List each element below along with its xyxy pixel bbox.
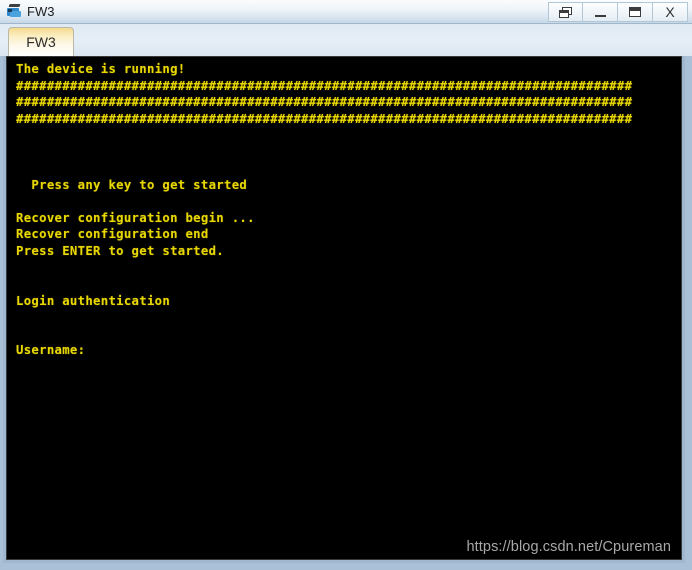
- window-frame-left: [0, 56, 3, 570]
- window-title: FW3: [27, 4, 55, 19]
- restore-button[interactable]: [548, 2, 583, 22]
- terminal-console[interactable]: The device is running! ##################…: [6, 56, 682, 560]
- title-bar: FW3 X: [0, 0, 692, 24]
- window-frame-bottom: [0, 563, 692, 570]
- restore-icon: [558, 6, 573, 18]
- tab-label: FW3: [26, 34, 56, 50]
- terminal-output: The device is running! ##################…: [16, 61, 678, 359]
- close-button[interactable]: X: [653, 2, 688, 22]
- maximize-button[interactable]: [618, 2, 653, 22]
- application-window: FW3 X FW3 The device is running! #######…: [0, 0, 692, 570]
- title-bar-left: FW3: [6, 0, 54, 23]
- terminal-line: Press any key to get started: [16, 177, 248, 192]
- maximize-icon: [629, 7, 641, 17]
- terminal-line: Login authentication: [16, 293, 171, 308]
- minimize-button[interactable]: [583, 2, 618, 22]
- window-frame-right: [685, 56, 692, 570]
- close-icon: X: [665, 4, 675, 20]
- minimize-icon: [594, 14, 606, 17]
- terminal-hash-line: ########################################…: [16, 111, 633, 126]
- tab-fw3[interactable]: FW3: [8, 27, 74, 56]
- tab-list: FW3: [8, 27, 74, 56]
- terminal-line: Press ENTER to get started.: [16, 244, 224, 259]
- terminal-line: Recover configuration begin ...: [16, 210, 255, 225]
- watermark: https://blog.csdn.net/Cpureman: [466, 539, 671, 555]
- window-controls: X: [548, 2, 688, 22]
- terminal-line: Username:: [16, 343, 86, 358]
- terminal-line: The device is running!: [16, 62, 186, 76]
- terminal-hash-line: ########################################…: [16, 95, 633, 110]
- tab-strip: FW3: [0, 24, 692, 56]
- terminal-frame: The device is running! ##################…: [3, 56, 685, 563]
- terminal-line: Recover configuration end: [16, 227, 209, 242]
- device-icon: [6, 4, 22, 19]
- terminal-hash-line: ########################################…: [16, 78, 633, 93]
